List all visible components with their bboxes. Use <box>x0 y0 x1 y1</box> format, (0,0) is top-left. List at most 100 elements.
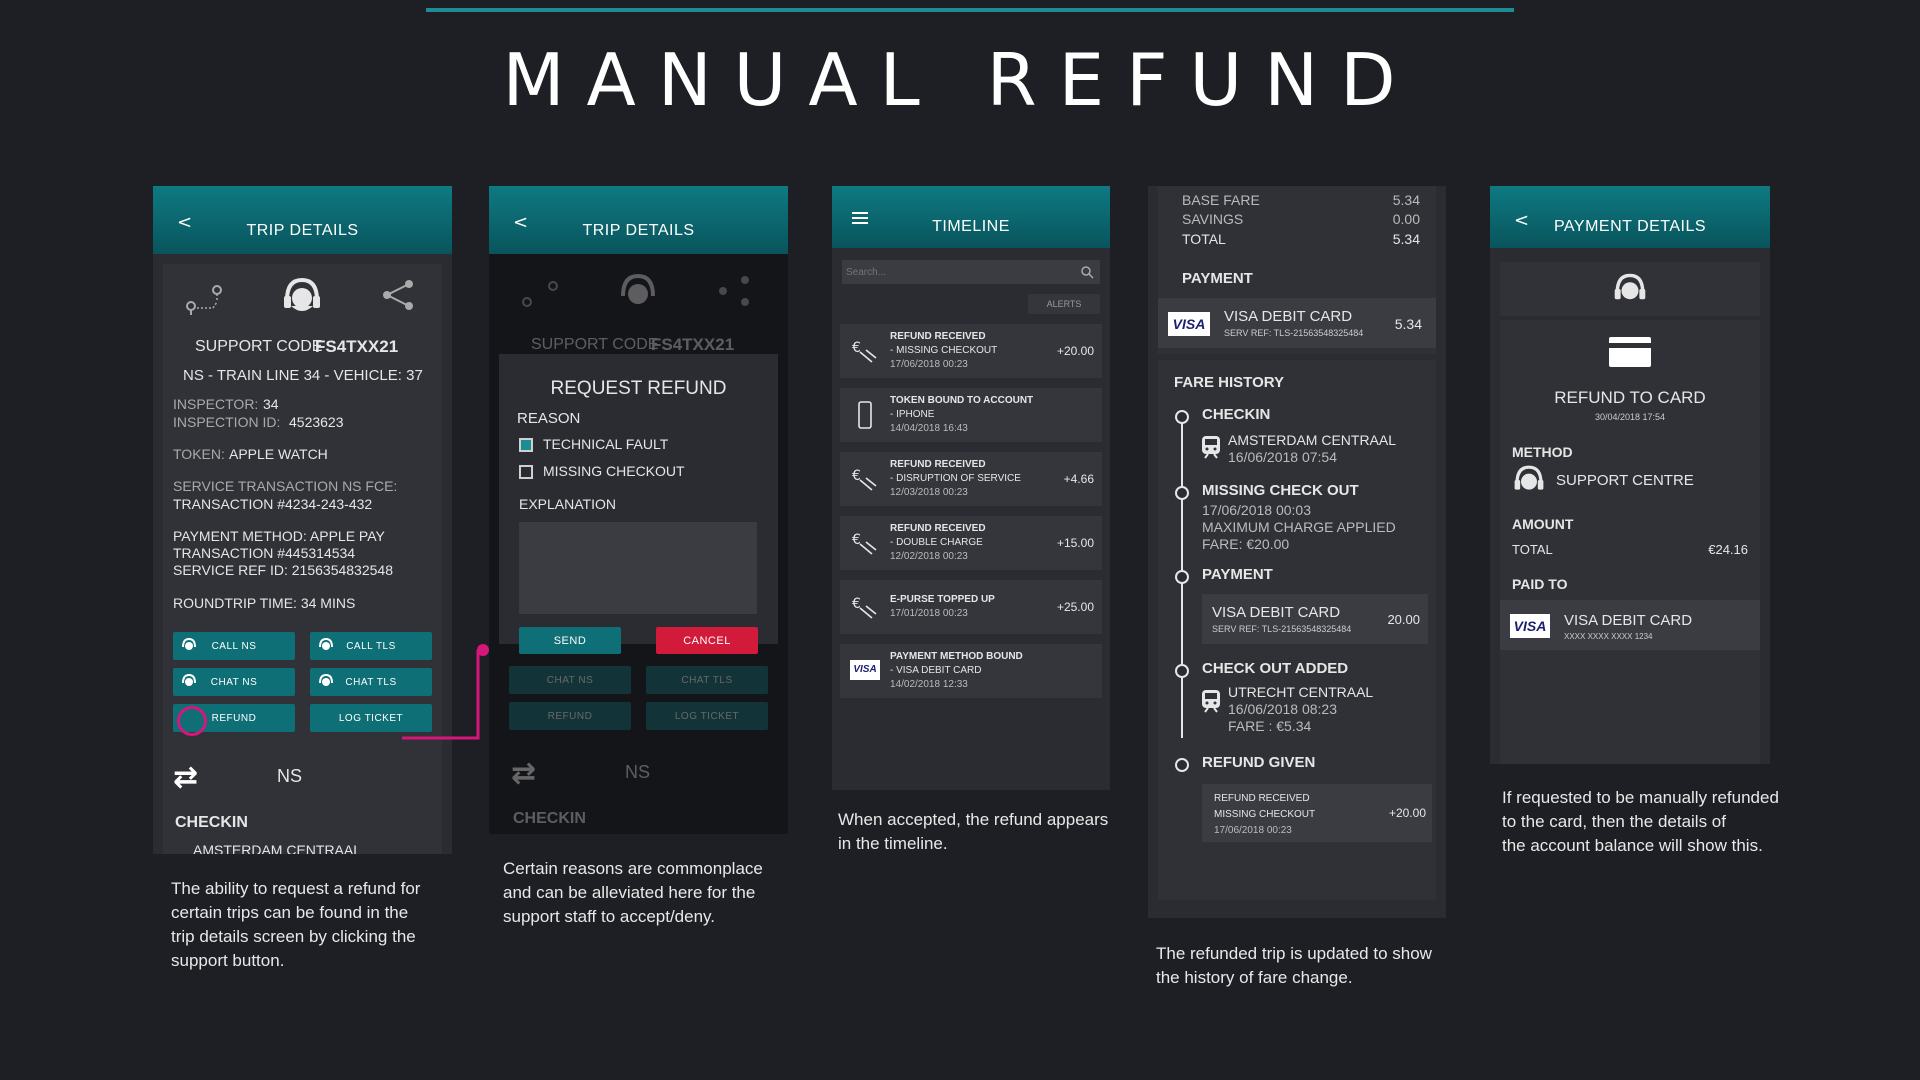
refund-date: 17/06/2018 00:23 <box>1214 825 1292 836</box>
route-pin-icon[interactable] <box>183 282 225 318</box>
button-label: CHAT TLS <box>681 674 733 686</box>
search-input[interactable] <box>846 263 1066 281</box>
fare-history-panel: FARE HISTORY CHECKIN AMSTERDAM CENTRAAL … <box>1158 360 1436 900</box>
screen-request-refund: < TRIP DETAILS SUPPORT CODE FS4TXX21 CHA… <box>489 186 788 834</box>
headset-support-icon[interactable] <box>281 276 323 316</box>
caption-line: the history of fare change. <box>1156 968 1353 987</box>
send-button[interactable]: SEND <box>519 627 621 654</box>
checkin-station: AMSTERDAM CENTRAAL <box>1228 432 1397 448</box>
reason-technical-fault[interactable]: TECHNICAL FAULT <box>543 436 668 452</box>
service-transaction: TRANSACTION #4234-243-432 <box>173 496 373 512</box>
base-fare: 5.34 <box>1392 192 1420 208</box>
header-title: PAYMENT DETAILS <box>1553 218 1707 235</box>
payment-heading-2: PAYMENT <box>1202 566 1273 583</box>
header-title: TRIP DETAILS <box>582 222 695 239</box>
caption-line: to the card, then the details of <box>1502 812 1726 831</box>
missing-date: 17/06/2018 00:03 <box>1202 502 1311 518</box>
caption-line: and can be alleviated here for the <box>503 883 756 902</box>
timeline-node <box>1175 758 1189 772</box>
route-pin-icon <box>522 281 558 307</box>
share-icon[interactable] <box>381 278 415 312</box>
send-label: SEND <box>553 634 587 647</box>
caption-line: The refunded trip is updated to show <box>1156 944 1432 963</box>
caption-line: trip details screen by clicking the <box>171 927 416 946</box>
refund-date: 30/04/2018 17:54 <box>1594 412 1666 422</box>
search-icon[interactable] <box>1080 265 1094 279</box>
reason-label: REASON <box>517 410 581 427</box>
row-title: REFUND RECEIVED <box>890 331 986 342</box>
caption-line: Certain reasons are commonplace <box>503 859 763 878</box>
ns-logo: ⇄ <box>511 756 537 791</box>
explanation-textarea[interactable] <box>519 522 757 614</box>
reason-missing-checkout[interactable]: MISSING CHECKOUT <box>543 463 685 479</box>
row-amount: +20.00 <box>1056 344 1094 358</box>
row-sub: - VISA DEBIT CARD <box>890 665 982 676</box>
headset-icon <box>319 637 333 650</box>
row-amount: +25.00 <box>1056 600 1094 614</box>
timeline-row[interactable]: € REFUND RECEIVED - DISRUPTION OF SERVICE 1… <box>840 452 1102 506</box>
chat-ns-button[interactable]: CHAT NS <box>173 668 295 696</box>
paid-to-card-row[interactable]: VISA VISA DEBIT CARD XXXX XXXX XXXX 1234 <box>1500 600 1760 650</box>
timeline-node <box>1175 664 1189 678</box>
caption-line: the account balance will show this. <box>1502 836 1763 855</box>
checkout-station: UTRECHT CENTRAAL <box>1228 684 1374 700</box>
screen-payment-details: < PAYMENT DETAILS REFUND TO CARD 30/04/2… <box>1490 186 1770 764</box>
headset-support-icon[interactable] <box>1612 272 1648 306</box>
headset-support-icon <box>621 273 655 304</box>
svg-text:€: € <box>852 468 861 484</box>
timeline-row[interactable]: € REFUND RECEIVED - DOUBLE CHARGE 12/02/201… <box>840 516 1102 570</box>
row-sub: - DISRUPTION OF SERVICE <box>890 473 1021 484</box>
total-label: TOTAL <box>1182 231 1226 247</box>
payment-card-row[interactable]: VISA VISA DEBIT CARD SERV REF: TLS-21563… <box>1158 298 1436 348</box>
support-code: FS4TXX21 <box>315 337 399 356</box>
refund-to-card-heading: REFUND TO CARD <box>1554 388 1706 407</box>
cancel-label: CANCEL <box>683 634 731 647</box>
timeline-node <box>1175 410 1189 424</box>
refund-label: REFUND <box>211 712 257 724</box>
operator-name: NS <box>277 766 303 786</box>
card-amount: 5.34 <box>1394 316 1422 332</box>
refund-title: REFUND RECEIVED <box>1214 793 1310 804</box>
refund-row[interactable]: REFUND RECEIVED MISSING CHECKOUT 17/06/2… <box>1202 784 1432 842</box>
explanation-label: EXPLANATION <box>519 496 616 512</box>
inspection-id-label: INSPECTION ID: <box>173 414 281 430</box>
button-label: CHAT NS <box>546 674 594 686</box>
header: < TRIP DETAILS <box>489 186 788 254</box>
savings: 0.00 <box>1392 211 1420 227</box>
euro-refund-icon: € <box>852 468 877 491</box>
train-icon <box>1202 690 1220 713</box>
screen-fare-history: BASE FARE 5.34 SAVINGS 0.00 TOTAL 5.34 P… <box>1148 186 1446 918</box>
checkout-added-heading: CHECK OUT ADDED <box>1202 660 1349 677</box>
roundtrip-time: ROUNDTRIP TIME: 34 MINS <box>173 595 356 611</box>
reason-technical-fault-checkbox[interactable] <box>519 438 533 452</box>
timeline-row[interactable]: € REFUND RECEIVED - MISSING CHECKOUT 17/06/… <box>840 324 1102 378</box>
reason-missing-checkout-checkbox[interactable] <box>519 465 533 479</box>
token-label: TOKEN: <box>173 446 225 462</box>
timeline-row[interactable]: VISA PAYMENT METHOD BOUND - VISA DEBIT CAR… <box>840 644 1102 698</box>
header-title: TRIP DETAILS <box>246 222 359 239</box>
inspector-value: 34 <box>263 396 279 412</box>
service-transaction-label: SERVICE TRANSACTION NS FCE: <box>173 478 398 494</box>
header: < PAYMENT DETAILS <box>1490 186 1770 248</box>
card-name: VISA DEBIT CARD <box>1564 612 1693 629</box>
button-label: LOG TICKET <box>674 710 740 722</box>
train-icon <box>1202 436 1220 459</box>
alerts-filter[interactable]: ALERTS <box>1028 294 1100 314</box>
euro-refund-icon: € <box>852 532 877 555</box>
cancel-button[interactable]: CANCEL <box>656 627 758 654</box>
inspection-id-value: 4523623 <box>289 414 344 430</box>
credit-card-icon <box>1609 337 1651 367</box>
payment-card-row-2[interactable]: VISA DEBIT CARD SERV REF: TLS-2156354832… <box>1202 594 1428 644</box>
timeline-row[interactable]: € E-PURSE TOPPED UP 17/01/2018 00:23 +25.00 <box>840 580 1102 634</box>
card2-name: VISA DEBIT CARD <box>1212 604 1341 621</box>
search-box[interactable] <box>842 260 1100 284</box>
support-icon-bar <box>1500 262 1760 316</box>
screen-trip-details: < TRIP DETAILS SUPPORT CODE FS4TXX21 NS … <box>153 186 452 854</box>
refund-highlight-ring <box>177 706 207 736</box>
caption-2: Certain reasons are commonplace and can … <box>503 857 763 929</box>
call-ns-button[interactable]: CALL NS <box>173 632 295 660</box>
checkin-heading: CHECKIN <box>513 810 586 827</box>
row-title: E-PURSE TOPPED UP <box>890 594 995 605</box>
checkout-time: 16/06/2018 08:23 <box>1228 701 1337 717</box>
timeline-row[interactable]: TOKEN BOUND TO ACCOUNT - IPHONE 14/04/2018… <box>840 388 1102 442</box>
